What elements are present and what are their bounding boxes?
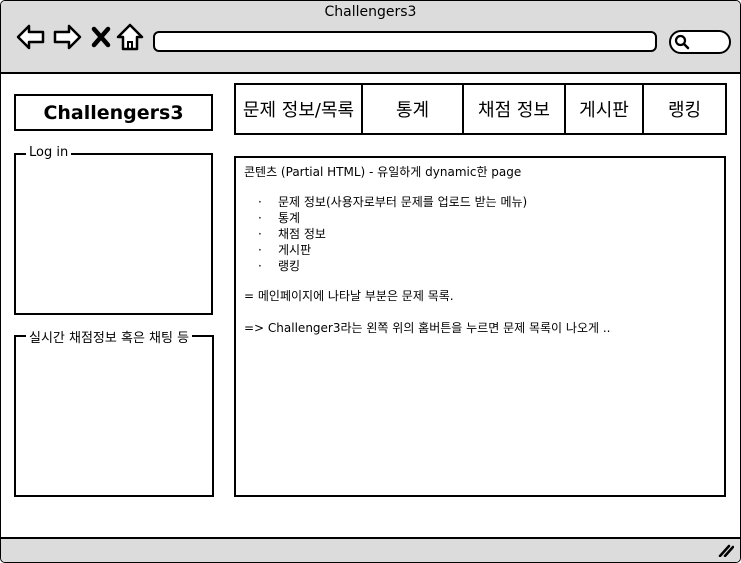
title-bar: Challengers3 bbox=[1, 1, 740, 74]
login-panel: Log in bbox=[14, 145, 213, 315]
live-status-panel: 실시간 채점정보 혹은 채팅 등 bbox=[14, 327, 214, 497]
tab-problems[interactable]: 문제 정보/목록 bbox=[234, 83, 363, 135]
tab-ranking[interactable]: 랭킹 bbox=[642, 83, 727, 135]
tab-judge-status[interactable]: 채점 정보 bbox=[462, 83, 566, 135]
resize-grip-icon[interactable] bbox=[718, 543, 734, 557]
list-item: 게시판 bbox=[256, 242, 716, 258]
home-icon bbox=[116, 23, 144, 51]
list-item: 랭킹 bbox=[256, 258, 716, 274]
live-status-legend: 실시간 채점정보 혹은 채팅 등 bbox=[26, 327, 193, 346]
menu-list: 문제 정보(사용자로부터 문제를 업로드 받는 메뉴) 통계 채점 정보 게시판… bbox=[256, 194, 716, 274]
browser-window: Challengers3 Challengers3 문제 정보/목록 통계 채점… bbox=[0, 0, 741, 563]
tab-statistics[interactable]: 통계 bbox=[361, 83, 464, 135]
home-logo-button[interactable]: Challengers3 bbox=[14, 94, 213, 131]
list-item: 문제 정보(사용자로부터 문제를 업로드 받는 메뉴) bbox=[256, 194, 716, 210]
window-title: Challengers3 bbox=[324, 4, 417, 20]
search-icon bbox=[674, 34, 690, 50]
note-main-page: = 메인페이지에 나타날 부분은 문제 목록. bbox=[244, 289, 454, 303]
content-panel: 콘텐츠 (Partial HTML) - 유일하게 dynamic한 page … bbox=[234, 156, 726, 497]
arrow-left-icon bbox=[16, 24, 45, 50]
address-bar[interactable] bbox=[153, 31, 657, 52]
list-item: 채점 정보 bbox=[256, 226, 716, 242]
forward-button[interactable] bbox=[51, 21, 83, 53]
arrow-right-icon bbox=[53, 24, 82, 50]
note-home-button: => Challenger3라는 왼쪽 위의 홈버튼을 누르면 문제 목록이 나… bbox=[244, 321, 611, 335]
status-bar bbox=[1, 537, 740, 562]
close-icon bbox=[91, 26, 111, 48]
content-heading: 콘텐츠 (Partial HTML) - 유일하게 dynamic한 page bbox=[244, 165, 522, 179]
login-legend: Log in bbox=[26, 145, 72, 160]
back-button[interactable] bbox=[15, 21, 47, 53]
list-item: 통계 bbox=[256, 210, 716, 226]
search-box[interactable] bbox=[669, 30, 731, 54]
home-button[interactable] bbox=[115, 21, 147, 53]
tab-board[interactable]: 게시판 bbox=[564, 83, 644, 135]
